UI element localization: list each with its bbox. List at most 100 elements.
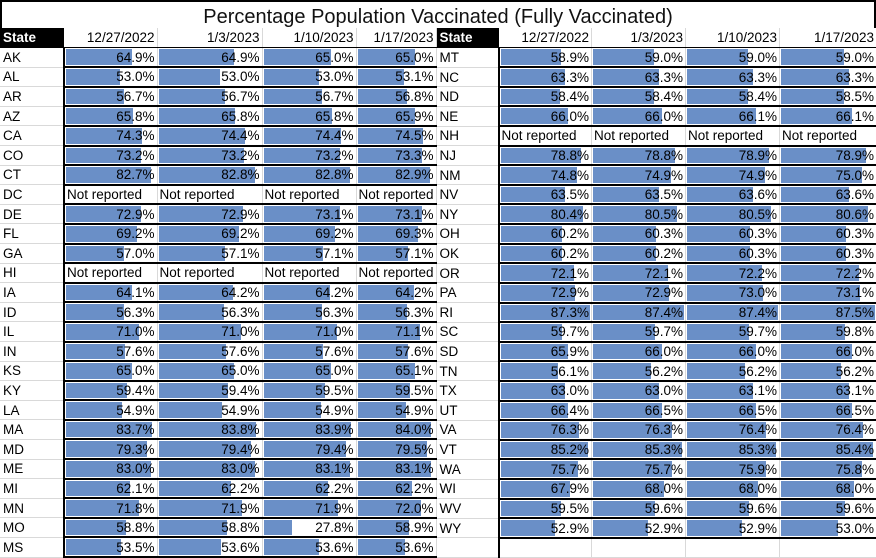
value-cell[interactable]: 62.2% [262,479,356,499]
value-cell[interactable]: 57.6% [64,342,157,362]
value-cell[interactable]: 68.0% [780,479,876,499]
value-cell[interactable]: 53.5% [64,537,157,557]
value-cell[interactable]: Not reported [262,185,356,205]
state-cell[interactable]: NM [437,165,499,185]
value-cell[interactable]: 74.5% [356,126,436,146]
state-cell[interactable]: ID [0,302,64,322]
state-cell[interactable]: OH [437,224,499,244]
value-cell[interactable]: 73.1% [780,283,876,303]
value-cell[interactable]: 56.7% [262,87,356,107]
value-cell[interactable]: 75.7% [499,459,592,479]
state-cell[interactable]: ME [0,459,64,479]
value-cell[interactable]: 71.0% [157,322,262,342]
value-cell[interactable]: 79.4% [157,439,262,459]
value-cell[interactable]: 79.4% [262,439,356,459]
value-cell[interactable]: 63.0% [592,381,686,401]
value-cell[interactable]: 69.3% [356,224,436,244]
state-cell[interactable]: KY [0,381,64,401]
value-cell[interactable]: 65.0% [262,48,356,68]
value-cell[interactable]: 64.2% [356,283,436,303]
value-cell[interactable]: 72.9% [499,283,592,303]
value-cell[interactable]: 76.3% [592,420,686,440]
state-cell[interactable]: OR [437,263,499,283]
state-cell[interactable]: RI [437,303,499,323]
value-cell[interactable]: 66.5% [780,401,876,421]
value-cell[interactable]: 76.4% [686,420,780,440]
state-cell[interactable]: WA [437,459,499,479]
value-cell[interactable]: 57.6% [262,342,356,362]
state-cell[interactable]: UT [437,401,499,421]
state-cell[interactable]: MI [0,479,64,499]
value-cell[interactable]: 56.3% [157,302,262,322]
state-cell[interactable]: TN [437,361,499,381]
column-header-date[interactable]: 12/27/2022 [64,28,157,48]
column-header-date[interactable]: 1/10/2023 [262,28,356,48]
empty-cell[interactable] [780,538,876,558]
value-cell[interactable]: 78.9% [780,146,876,166]
value-cell[interactable]: 56.2% [592,361,686,381]
value-cell[interactable]: 56.2% [780,361,876,381]
state-cell[interactable]: AR [0,87,64,107]
value-cell[interactable]: 63.1% [686,381,780,401]
value-cell[interactable]: 83.0% [64,459,157,479]
value-cell[interactable]: 59.8% [780,322,876,342]
state-cell[interactable]: CO [0,146,64,166]
value-cell[interactable]: 63.5% [592,185,686,205]
value-cell[interactable]: Not reported [64,263,157,283]
state-cell[interactable]: NV [437,185,499,205]
state-cell[interactable]: VT [437,440,499,460]
value-cell[interactable]: 60.2% [499,244,592,264]
state-cell[interactable]: AZ [0,106,64,126]
value-cell[interactable]: 52.9% [499,518,592,538]
value-cell[interactable]: 57.6% [157,342,262,362]
value-cell[interactable]: 80.4% [499,204,592,224]
value-cell[interactable]: 65.8% [157,106,262,126]
value-cell[interactable]: 71.0% [262,322,356,342]
state-cell[interactable]: PA [437,283,499,303]
state-cell[interactable]: ND [437,87,499,107]
column-header-date[interactable]: 1/3/2023 [157,28,262,48]
empty-cell[interactable] [437,538,499,558]
state-cell[interactable]: GA [0,244,64,264]
value-cell[interactable]: 69.2% [64,224,157,244]
value-cell[interactable]: 54.9% [157,400,262,420]
value-cell[interactable]: 69.2% [262,224,356,244]
value-cell[interactable]: 66.0% [780,342,876,362]
value-cell[interactable]: 74.3% [64,126,157,146]
value-cell[interactable]: 72.9% [64,204,157,224]
value-cell[interactable]: 62.2% [356,479,436,499]
value-cell[interactable]: 72.0% [356,498,436,518]
value-cell[interactable]: 87.3% [499,303,592,323]
value-cell[interactable]: 54.9% [262,400,356,420]
value-cell[interactable]: 78.9% [686,146,780,166]
state-cell[interactable]: SC [437,322,499,342]
value-cell[interactable]: 63.5% [499,185,592,205]
column-header-date[interactable]: 1/17/2023 [356,28,436,48]
value-cell[interactable]: Not reported [64,185,157,205]
value-cell[interactable]: 80.6% [780,204,876,224]
value-cell[interactable]: 83.1% [356,459,436,479]
value-cell[interactable]: 64.9% [64,48,157,68]
value-cell[interactable]: 62.2% [157,479,262,499]
value-cell[interactable]: Not reported [686,126,780,146]
column-header-date[interactable]: 1/10/2023 [686,28,780,48]
state-cell[interactable]: VA [437,420,499,440]
value-cell[interactable]: 58.9% [356,518,436,538]
value-cell[interactable]: 59.4% [157,381,262,401]
state-cell[interactable]: CT [0,165,64,185]
value-cell[interactable]: 58.9% [499,48,592,68]
value-cell[interactable]: 53.6% [157,537,262,557]
value-cell[interactable]: 83.7% [64,420,157,440]
value-cell[interactable]: 56.3% [262,302,356,322]
value-cell[interactable]: 79.5% [356,439,436,459]
value-cell[interactable]: 63.3% [686,67,780,87]
value-cell[interactable]: 57.0% [64,244,157,264]
value-cell[interactable]: 53.1% [356,67,436,87]
value-cell[interactable]: 64.2% [262,283,356,303]
state-cell[interactable]: LA [0,400,64,420]
state-cell[interactable]: NY [437,204,499,224]
value-cell[interactable]: 65.9% [499,342,592,362]
value-cell[interactable]: 73.1% [356,204,436,224]
state-cell[interactable]: AK [0,48,64,68]
value-cell[interactable]: 71.1% [356,322,436,342]
